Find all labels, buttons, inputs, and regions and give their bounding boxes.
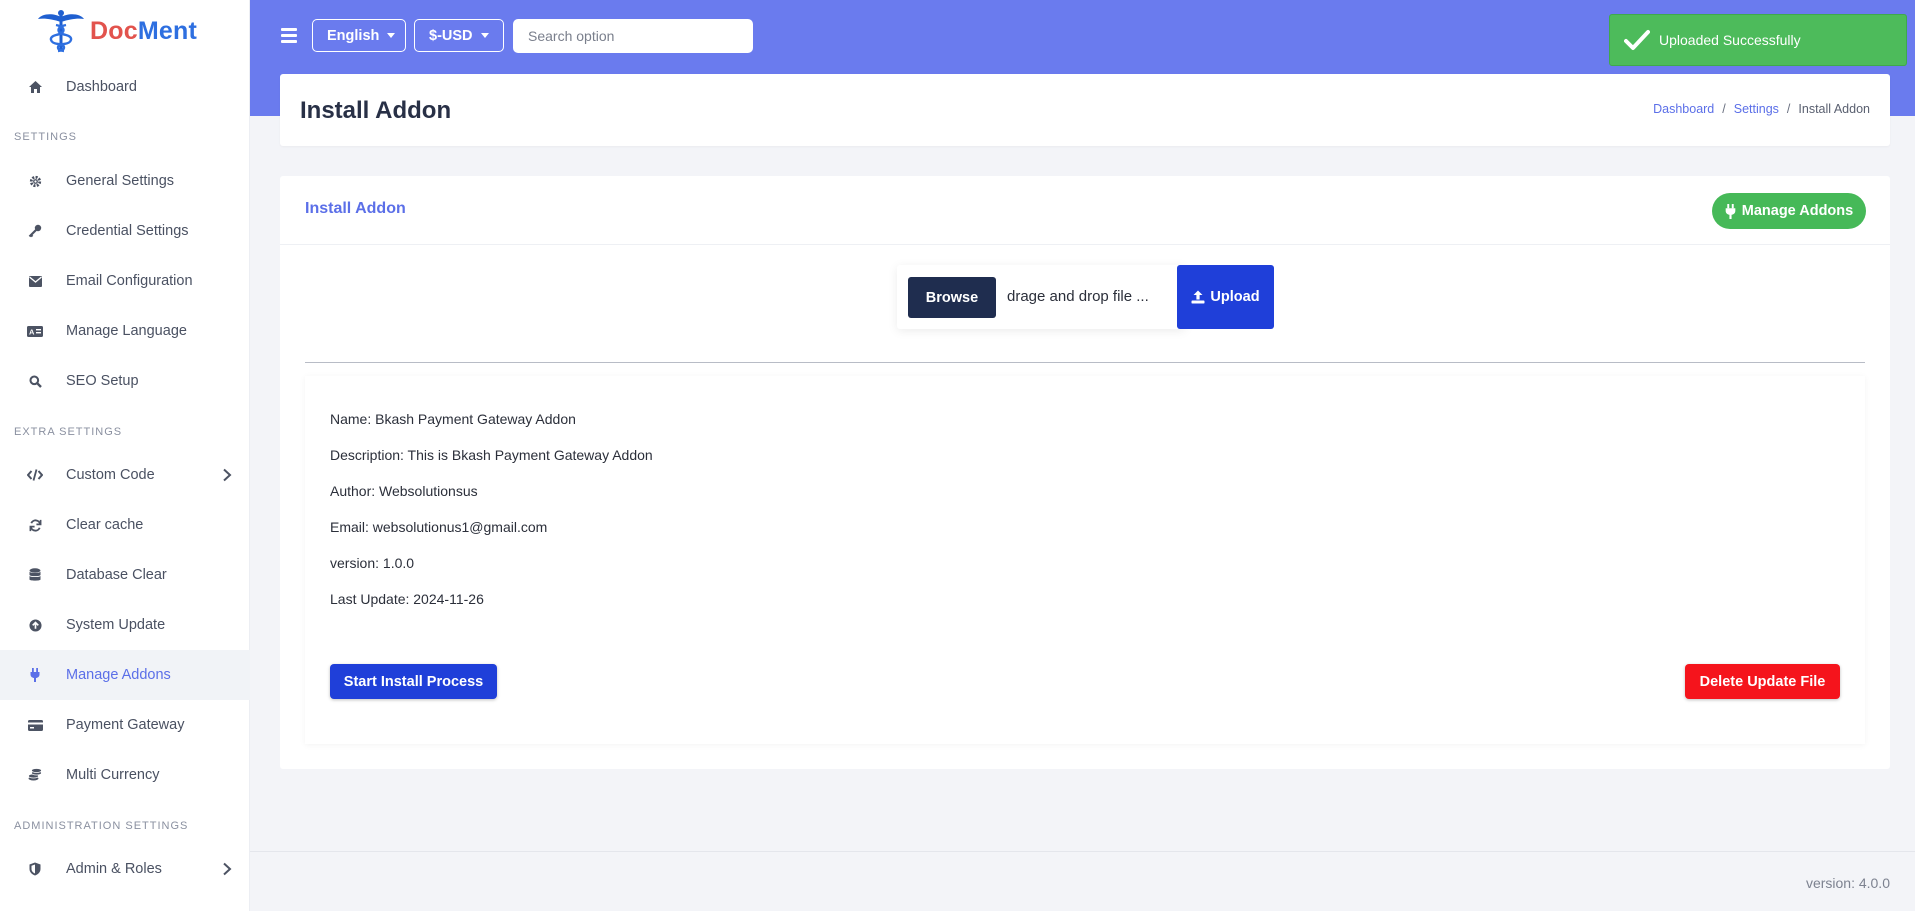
success-toast[interactable]: Uploaded Successfully bbox=[1609, 14, 1907, 66]
currency-dropdown[interactable]: $-USD bbox=[414, 19, 504, 52]
sidebar-item-seo-setup[interactable]: SEO Setup bbox=[0, 356, 250, 406]
breadcrumb-current: Install Addon bbox=[1798, 102, 1870, 116]
caret-down-icon bbox=[387, 33, 396, 38]
brand-name: DocMent bbox=[90, 17, 197, 46]
brand-name-part2: Ment bbox=[137, 16, 197, 45]
sidebar-item-multi-currency[interactable]: Multi Currency bbox=[0, 750, 250, 800]
sidebar-item-label: Credential Settings bbox=[66, 223, 189, 239]
sidebar-item-database-clear[interactable]: Database Clear bbox=[0, 550, 250, 600]
addon-email: Email: websolutionus1@gmail.com bbox=[330, 519, 548, 535]
plug-icon bbox=[27, 667, 43, 683]
caret-down-icon bbox=[480, 33, 489, 38]
sidebar-item-label: System Update bbox=[66, 617, 166, 633]
sidebar: DocMent Dashboard SETTINGS General Setti… bbox=[0, 0, 250, 911]
addon-author: Author: Websolutionsus bbox=[330, 483, 478, 499]
breadcrumb-separator: / bbox=[1786, 102, 1791, 116]
upload-circle-icon bbox=[27, 617, 43, 633]
file-dropzone-text: drage and drop file ... bbox=[1007, 288, 1149, 305]
sidebar-item-custom-code[interactable]: Custom Code bbox=[0, 450, 250, 500]
sidebar-item-label: Payment Gateway bbox=[66, 717, 185, 733]
browse-button[interactable]: Browse bbox=[908, 277, 996, 318]
sidebar-item-label: SEO Setup bbox=[66, 373, 139, 389]
section-title-admin: ADMINISTRATION SETTINGS bbox=[14, 820, 189, 832]
home-icon bbox=[27, 79, 43, 95]
check-icon bbox=[1624, 30, 1650, 50]
sidebar-item-label: Dashboard bbox=[66, 79, 137, 95]
addon-description: Description: This is Bkash Payment Gatew… bbox=[330, 447, 653, 463]
addon-last-update: Last Update: 2024-11-26 bbox=[330, 591, 484, 607]
code-icon bbox=[27, 467, 43, 483]
sidebar-item-label: Custom Code bbox=[66, 467, 155, 483]
sidebar-item-dashboard[interactable]: Dashboard bbox=[0, 62, 250, 112]
breadcrumb-separator: / bbox=[1722, 102, 1726, 116]
breadcrumb-dashboard[interactable]: Dashboard bbox=[1653, 102, 1714, 116]
chevron-right-icon bbox=[223, 468, 232, 482]
sidebar-item-label: Database Clear bbox=[66, 567, 167, 583]
sidebar-item-admin-roles[interactable]: Admin & Roles bbox=[0, 844, 250, 894]
divider bbox=[305, 362, 1865, 363]
sidebar-item-manage-addons[interactable]: Manage Addons bbox=[0, 650, 250, 700]
sidebar-item-label: Manage Language bbox=[66, 323, 187, 339]
start-install-button[interactable]: Start Install Process bbox=[330, 664, 497, 699]
svg-text:A: A bbox=[29, 327, 35, 336]
app-version: version: 4.0.0 bbox=[1805, 875, 1890, 891]
sidebar-item-label: Email Configuration bbox=[66, 273, 193, 289]
upload-icon bbox=[1191, 290, 1205, 304]
page-header: Install Addon Dashboard / Settings / Ins… bbox=[280, 74, 1890, 146]
install-addon-card: Install Addon Manage Addons Browse drage… bbox=[280, 176, 1890, 769]
delete-update-file-button[interactable]: Delete Update File bbox=[1685, 664, 1840, 699]
plug-icon bbox=[1725, 203, 1736, 219]
card-title: Install Addon bbox=[305, 200, 406, 217]
sidebar-item-label: Clear cache bbox=[66, 517, 144, 533]
sidebar-item-email-configuration[interactable]: Email Configuration bbox=[0, 256, 250, 306]
key-icon bbox=[27, 223, 43, 239]
addon-info-panel: Name: Bkash Payment Gateway Addon Descri… bbox=[305, 376, 1865, 744]
search-input[interactable] bbox=[513, 19, 753, 53]
page-title: Install Addon bbox=[300, 97, 452, 124]
menu-toggle-icon[interactable] bbox=[281, 28, 297, 44]
sidebar-item-label: Manage Addons bbox=[66, 667, 171, 683]
upload-button[interactable]: Upload bbox=[1177, 265, 1274, 329]
section-title-extra: EXTRA SETTINGS bbox=[14, 426, 123, 438]
language-value: English bbox=[327, 27, 380, 44]
brand[interactable]: DocMent bbox=[0, 0, 249, 62]
sidebar-item-credential-settings[interactable]: Credential Settings bbox=[0, 206, 250, 256]
language-icon: A bbox=[27, 323, 43, 339]
sidebar-item-label: Admin & Roles bbox=[66, 861, 162, 877]
shield-icon bbox=[27, 861, 43, 877]
chevron-right-icon bbox=[223, 862, 232, 876]
search-icon bbox=[27, 373, 43, 389]
file-upload-field[interactable]: Browse drage and drop file ... bbox=[897, 265, 1185, 329]
database-icon bbox=[27, 567, 43, 583]
breadcrumb: Dashboard / Settings / Install Addon bbox=[1653, 102, 1870, 116]
sidebar-item-manage-language[interactable]: A Manage Language bbox=[0, 306, 250, 356]
toast-message: Uploaded Successfully bbox=[1659, 32, 1801, 48]
refresh-icon bbox=[27, 517, 43, 533]
gear-icon bbox=[27, 173, 43, 189]
brand-name-part1: Doc bbox=[90, 16, 138, 45]
sidebar-item-payment-gateway[interactable]: Payment Gateway bbox=[0, 700, 250, 750]
manage-addons-label: Manage Addons bbox=[1741, 203, 1854, 219]
sidebar-item-label: General Settings bbox=[66, 173, 175, 189]
card-header: Install Addon Manage Addons bbox=[280, 176, 1890, 245]
sidebar-item-label: Multi Currency bbox=[66, 767, 160, 783]
addon-name: Name: Bkash Payment Gateway Addon bbox=[330, 411, 576, 427]
sidebar-item-general-settings[interactable]: General Settings bbox=[0, 156, 250, 206]
currency-value: $-USD bbox=[429, 27, 473, 44]
language-dropdown[interactable]: English bbox=[312, 19, 406, 52]
section-title-settings: SETTINGS bbox=[14, 131, 78, 143]
upload-label: Upload bbox=[1210, 289, 1260, 305]
manage-addons-button[interactable]: Manage Addons bbox=[1712, 193, 1866, 229]
credit-card-icon bbox=[27, 717, 43, 733]
envelope-icon bbox=[27, 273, 43, 289]
sidebar-item-clear-cache[interactable]: Clear cache bbox=[0, 500, 250, 550]
footer: version: 4.0.0 bbox=[250, 851, 1915, 911]
breadcrumb-settings[interactable]: Settings bbox=[1734, 102, 1779, 116]
caduceus-logo-icon bbox=[38, 10, 84, 53]
coins-icon bbox=[27, 767, 43, 783]
sidebar-item-system-update[interactable]: System Update bbox=[0, 600, 250, 650]
addon-version: version: 1.0.0 bbox=[330, 555, 415, 571]
